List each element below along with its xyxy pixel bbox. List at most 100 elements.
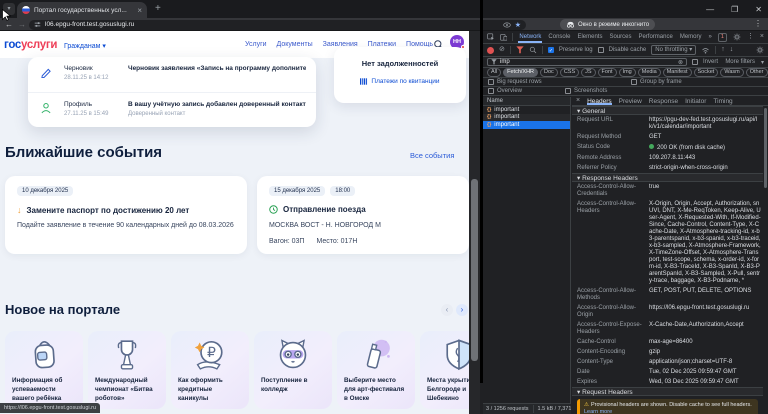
site-favicon (22, 6, 30, 14)
address-bar[interactable]: l06.epgu-front.test.gosuslugi.ru ★ (29, 19, 526, 30)
site-settings-icon[interactable] (34, 21, 41, 28)
tab-elements[interactable]: Elements (576, 31, 603, 43)
disable-cache-checkbox[interactable] (597, 47, 604, 53)
pill-media[interactable]: Media (637, 67, 661, 78)
request-row-selected[interactable]: {} important (483, 121, 570, 129)
throttling-select[interactable]: No throttling ▾ (651, 45, 697, 55)
pill-manifest[interactable]: Manifest (662, 67, 692, 78)
devtools-close-icon[interactable]: × (760, 33, 764, 41)
tab-initiator[interactable]: Initiator (685, 98, 706, 105)
pill-socket[interactable]: Socket (693, 67, 719, 78)
export-har-icon[interactable]: ↓ (730, 46, 734, 54)
request-headers-section-header[interactable]: ▾ Request Headers (572, 387, 763, 396)
pill-fetch-xhr[interactable]: Fetch/XHR (503, 67, 539, 78)
pill-wasm[interactable]: Wasm (720, 67, 744, 78)
incognito-icon (566, 21, 575, 28)
tab-memory[interactable]: Memory (679, 31, 703, 43)
learn-more-link[interactable]: Learn more (584, 409, 612, 414)
inspect-element-icon[interactable] (487, 33, 495, 41)
network-settings-gear-icon[interactable] (756, 46, 764, 54)
divider (509, 46, 511, 54)
window-close-button[interactable]: ✕ (755, 5, 762, 14)
nav-item-documents[interactable]: Документы (277, 41, 313, 48)
tab-console[interactable]: Console (547, 31, 571, 43)
clear-filter-icon[interactable]: ⊗ (678, 59, 683, 66)
request-row[interactable]: {} important (483, 106, 570, 114)
pill-other[interactable]: Other (745, 67, 768, 78)
pill-all[interactable]: All (487, 67, 502, 78)
portal-card[interactable]: Выберите место для арт-фестиваля в Омске (337, 331, 415, 409)
gosuslugi-logo[interactable]: госуслуги (4, 39, 57, 51)
browser-menu-icon[interactable]: ⋮ (754, 19, 762, 28)
network-conditions-icon[interactable] (701, 46, 710, 54)
tab-timing[interactable]: Timing (713, 98, 732, 105)
more-tabs-icon[interactable]: » (708, 31, 713, 43)
pay-by-receipt-link[interactable]: Платежи по квитанции (360, 78, 440, 85)
details-scrollbar[interactable] (763, 106, 768, 414)
json-braces-icon: {} (487, 121, 492, 128)
devtools-panel: Network Console Elements Sources Perform… (483, 31, 768, 414)
event-card[interactable]: 15 декабря 2025 18:00 Отправление поезда… (257, 176, 469, 254)
tab-preview[interactable]: Preview (619, 98, 642, 105)
clock-icon (269, 205, 278, 214)
all-events-link[interactable]: Все события (410, 151, 454, 160)
new-tab-button[interactable]: + (155, 3, 161, 15)
nav-item-services[interactable]: Услуги (245, 41, 267, 48)
devtools-settings-icon[interactable] (733, 33, 741, 41)
notification-item[interactable]: Черновик 28.11.25 в 14:12 Черновик заявл… (28, 57, 316, 92)
pill-doc[interactable]: Doc (540, 67, 558, 78)
portal-card[interactable]: Международный чемпионат «Битва роботов» (88, 331, 166, 409)
window-minimize-button[interactable]: — (706, 5, 714, 14)
tab-headers[interactable]: Headers (587, 98, 612, 105)
audience-dropdown[interactable]: Гражданам ▾ (64, 42, 106, 50)
import-har-icon[interactable]: ↑ (721, 46, 725, 54)
forward-button[interactable]: → (18, 20, 26, 29)
clear-network-log-icon[interactable]: ⊘ (499, 46, 505, 54)
backpack-icon (34, 341, 55, 369)
page-scrollbar[interactable] (469, 31, 480, 414)
tab-close-icon[interactable]: × (137, 6, 142, 15)
carousel-prev-button[interactable]: ‹ (441, 304, 453, 316)
overview-checkbox[interactable] (488, 88, 494, 94)
pill-img[interactable]: Img (618, 67, 636, 78)
pill-font[interactable]: Font (597, 67, 617, 78)
pill-css[interactable]: CSS (559, 67, 580, 78)
portal-card[interactable]: ₽ Как оформить кредитные каникулы (171, 331, 249, 409)
notification-item[interactable]: Профиль 27.11.25 в 15:49 В вашу учётную … (28, 92, 316, 127)
portal-card[interactable]: Поступление в колледж (254, 331, 332, 409)
event-card[interactable]: 10 декабря 2025 ↓ Замените паспорт по дос… (5, 176, 247, 254)
invert-checkbox[interactable] (692, 59, 698, 65)
big-request-rows-checkbox[interactable] (488, 79, 494, 85)
more-filters-button[interactable]: More filters ▾ (725, 59, 764, 66)
network-search-icon[interactable] (529, 46, 537, 54)
request-row[interactable]: {} important (483, 113, 570, 121)
group-by-frame-checkbox[interactable] (631, 79, 637, 85)
incognito-indicator[interactable]: Окно в режиме инкогнито (560, 19, 656, 30)
record-network-log-icon[interactable] (487, 46, 494, 54)
browser-tab[interactable]: Портал государственных усл... × (17, 2, 147, 18)
tab-network[interactable]: Network (518, 31, 542, 43)
issues-count-badge[interactable]: 1 (717, 32, 727, 42)
carousel-next-button[interactable]: › (456, 304, 468, 316)
window-maximize-button[interactable]: ❐ (731, 5, 738, 14)
bookmark-star-icon[interactable]: ★ (515, 21, 521, 29)
device-toolbar-icon[interactable] (500, 33, 508, 41)
response-headers-section-header[interactable]: ▾ Response Headers (572, 173, 763, 182)
preserve-log-checkbox[interactable]: ✓ (547, 47, 554, 54)
close-details-icon[interactable]: × (576, 97, 580, 105)
page-action-icon[interactable] (503, 22, 511, 28)
back-button[interactable]: ← (5, 20, 13, 29)
portal-card[interactable]: Информация об успеваемости вашего ребёнк… (5, 331, 83, 409)
devtools-menu-icon[interactable]: ⋮ (747, 33, 754, 41)
name-column-header[interactable]: Name (483, 97, 570, 106)
general-section-header[interactable]: ▾ General (572, 106, 763, 115)
tab-performance[interactable]: Performance (637, 31, 673, 43)
page-scrollbar-thumb[interactable] (471, 179, 478, 361)
filter-input[interactable]: imp ⊗ (487, 58, 687, 66)
details-scrollbar-thumb[interactable] (764, 108, 767, 188)
tab-sources[interactable]: Sources (608, 31, 632, 43)
pill-js[interactable]: JS (581, 67, 596, 78)
screenshots-checkbox[interactable] (565, 88, 571, 94)
tab-response[interactable]: Response (649, 98, 678, 105)
filter-funnel-icon[interactable] (516, 46, 524, 54)
